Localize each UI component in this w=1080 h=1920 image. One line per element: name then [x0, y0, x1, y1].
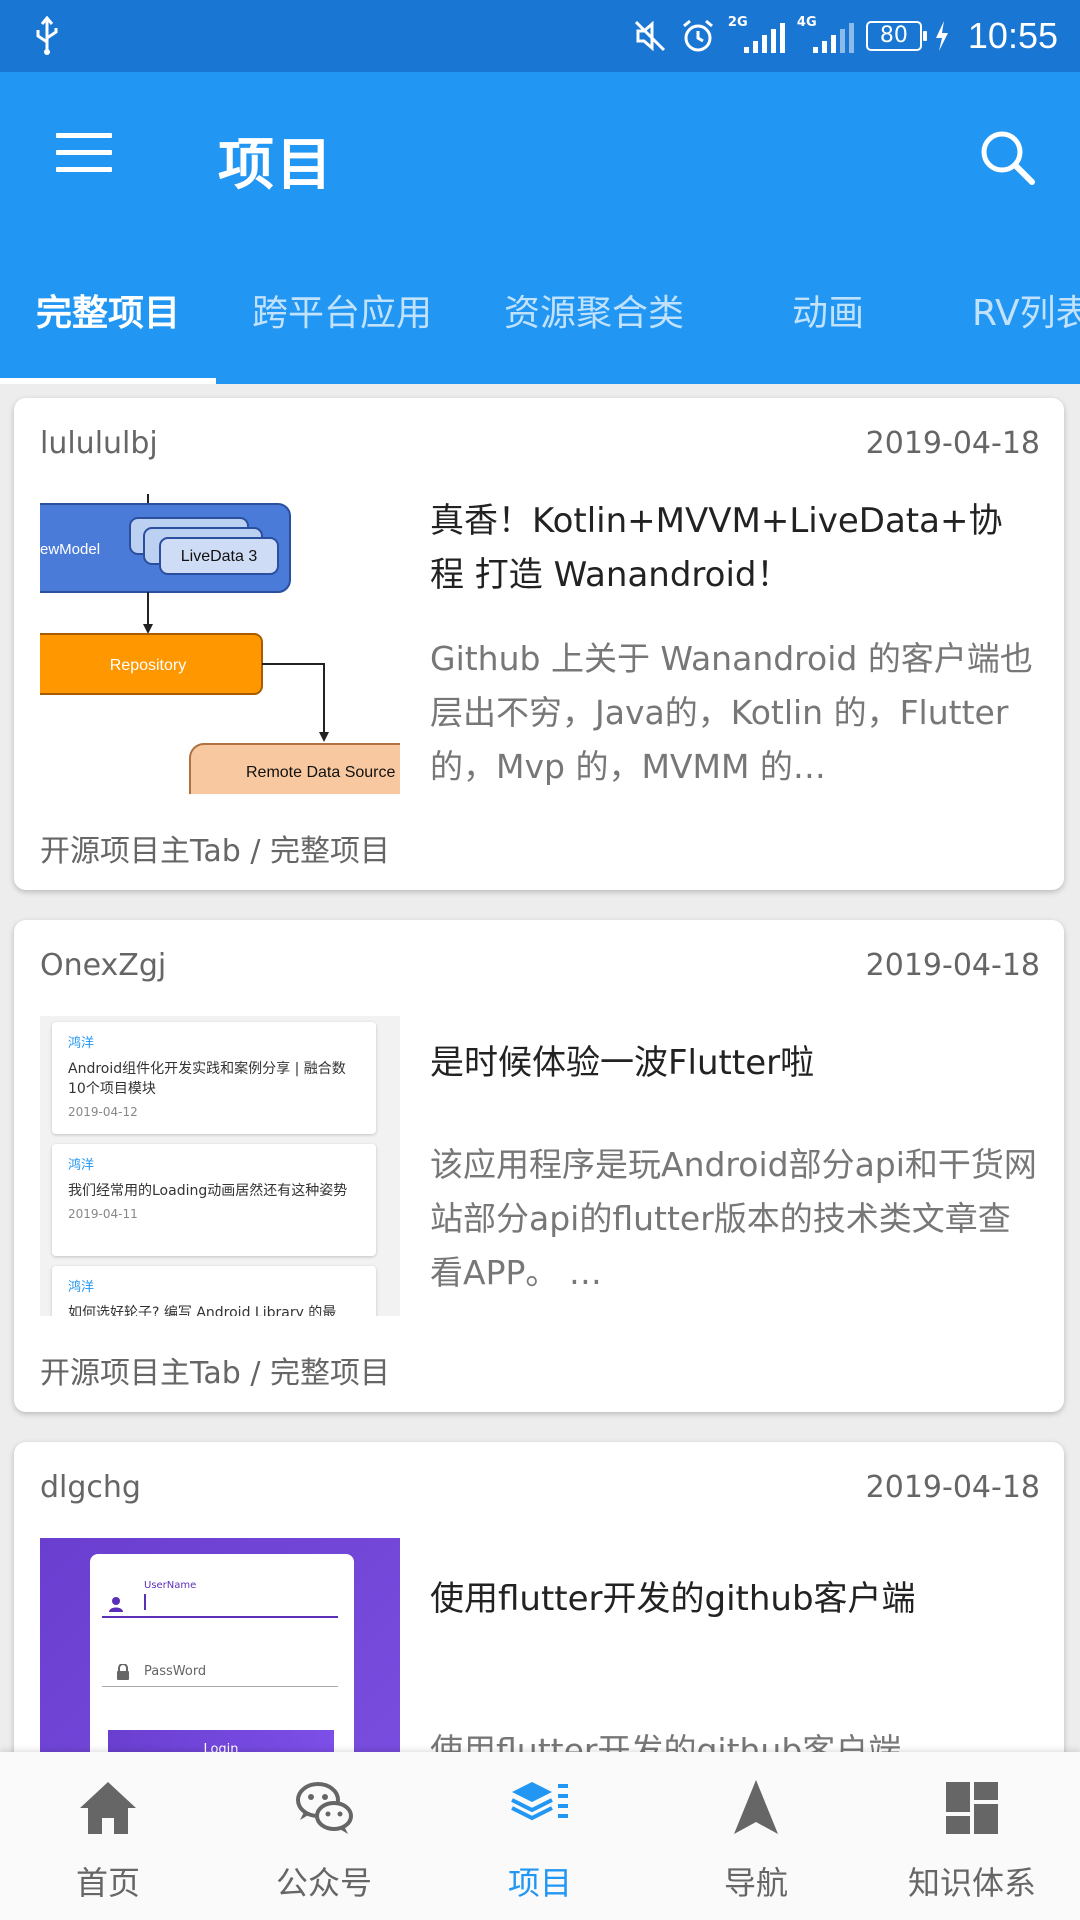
thumb-article-item: 鸿洋 Android组件化开发实践和案例分享 | 融合数10个项目模块 2019…	[52, 1022, 376, 1134]
thumb-item-author: 鸿洋	[68, 1280, 95, 1295]
signal-2g-icon: 2G	[728, 15, 785, 53]
card-description: 该应用程序是玩Android部分api和干货网站部分api的flutter版本的…	[430, 1145, 1037, 1292]
clock: 10:55	[967, 15, 1058, 56]
thumb-item-author: 鸿洋	[68, 1158, 95, 1173]
search-icon[interactable]	[978, 128, 1036, 186]
tab-animation[interactable]: 动画	[792, 284, 864, 384]
tab-resource-aggregation[interactable]: 资源聚合类	[504, 284, 684, 384]
home-icon	[80, 1782, 136, 1834]
card-title: 使用flutter开发的github客户端	[430, 1579, 916, 1619]
card-description: 使用flutter开发的github客户端	[430, 1731, 902, 1752]
viewmodel-label: ewModel	[40, 541, 100, 558]
battery-icon: 80	[865, 21, 927, 51]
project-card[interactable]: dlgchg 2019-04-18 UserName PassWord Logi…	[14, 1442, 1064, 1752]
card-thumbnail: UserName PassWord Login	[40, 1538, 400, 1752]
card-title: 是时候体验一波Flutter啦	[430, 1043, 815, 1083]
bottom-navigation: 首页 公众号 项目 导航 知识体系	[0, 1752, 1080, 1920]
usb-icon	[36, 16, 58, 55]
repository-label: Repository	[110, 657, 186, 674]
nav-home[interactable]: 首页	[0, 1752, 216, 1920]
card-chapter: 开源项目主Tab / 完整项目	[40, 834, 390, 869]
thumb-login-form: UserName PassWord Login	[90, 1554, 354, 1752]
alarm-icon	[682, 19, 713, 52]
user-icon	[109, 1597, 123, 1612]
layers-icon	[511, 1782, 568, 1821]
nav-knowledge[interactable]: 知识体系	[864, 1752, 1080, 1920]
card-thumbnail: 鸿洋 Android组件化开发实践和案例分享 | 融合数10个项目模块 2019…	[40, 1016, 400, 1316]
password-field-label: PassWord	[144, 1664, 207, 1679]
username-field-label: UserName	[144, 1580, 197, 1591]
card-author: OnexZgj	[40, 948, 167, 983]
tab-cross-platform[interactable]: 跨平台应用	[252, 284, 432, 384]
tab-rv-list[interactable]: RV列表	[972, 284, 1080, 384]
architecture-diagram: LiveData 3 ewModel Repository Remote Dat…	[40, 494, 400, 794]
card-thumbnail: LiveData 3 ewModel Repository Remote Dat…	[40, 494, 400, 794]
remote-data-source-label: Remote Data Source	[246, 764, 396, 781]
dashboard-icon	[946, 1782, 998, 1834]
thumb-item-author: 鸿洋	[68, 1036, 95, 1051]
project-list[interactable]: lulululbj 2019-04-18 LiveData 3 ewModel …	[0, 384, 1080, 1752]
thumb-item-title: 我们经常用的Loading动画居然还有这种姿势	[68, 1183, 348, 1199]
status-bar: 2G 4G 80 10:55	[0, 0, 1080, 72]
nav-navigation[interactable]: 导航	[648, 1752, 864, 1920]
nav-wechat-label: 公众号	[275, 1864, 372, 1902]
page-title: 项目	[218, 133, 334, 198]
card-date: 2019-04-18	[865, 1470, 1040, 1505]
nav-home-label: 首页	[75, 1864, 140, 1902]
menu-icon[interactable]	[56, 133, 112, 173]
lock-icon	[117, 1664, 129, 1680]
thumb-item-title: 如何选好轮子? 编写 Android Library 的最	[68, 1305, 337, 1316]
mute-icon	[634, 20, 665, 52]
card-title: 真香！Kotlin+MVVM+LiveData+协程 打造 Wanandroid…	[430, 501, 1003, 595]
nav-wechat[interactable]: 公众号	[216, 1752, 432, 1920]
thumb-item-date: 2019-04-12	[68, 1105, 138, 1119]
nav-knowledge-label: 知识体系	[907, 1864, 1036, 1902]
card-chapter: 开源项目主Tab / 完整项目	[40, 1356, 390, 1391]
card-date: 2019-04-18	[865, 948, 1040, 983]
livedata-label: LiveData 3	[181, 548, 258, 565]
card-description: Github 上关于 Wanandroid 的客户端也层出不穷，Java的，Ko…	[430, 639, 1033, 786]
card-date: 2019-04-18	[865, 426, 1040, 461]
wechat-icon	[296, 1782, 353, 1834]
battery-level: 80	[879, 23, 908, 48]
nav-projects[interactable]: 项目	[432, 1752, 648, 1920]
signal-4g-icon: 4G	[797, 15, 854, 53]
card-author: lulululbj	[40, 426, 158, 461]
thumb-article-item: 鸿洋 我们经常用的Loading动画居然还有这种姿势 2019-04-11	[52, 1144, 376, 1256]
project-card[interactable]: OnexZgj 2019-04-18 鸿洋 Android组件化开发实践和案例分…	[14, 920, 1064, 1412]
thumb-item-title: Android组件化开发实践和案例分享 | 融合数10个项目模块	[68, 1061, 346, 1097]
tab-complete-projects[interactable]: 完整项目	[36, 284, 180, 384]
thumb-login-button: Login	[108, 1730, 334, 1752]
navigation-arrow-icon	[734, 1780, 778, 1834]
tab-bar: 完整项目 跨平台应用 资源聚合类 动画 RV列表	[0, 284, 1080, 384]
nav-navigation-label: 导航	[723, 1864, 788, 1902]
thumb-article-item: 鸿洋 如何选好轮子? 编写 Android Library 的最	[52, 1266, 376, 1316]
card-author: dlgchg	[40, 1470, 141, 1505]
charging-icon	[935, 21, 948, 51]
project-card[interactable]: lulululbj 2019-04-18 LiveData 3 ewModel …	[14, 398, 1064, 890]
thumb-item-date: 2019-04-11	[68, 1207, 138, 1221]
nav-projects-label: 项目	[507, 1864, 572, 1902]
